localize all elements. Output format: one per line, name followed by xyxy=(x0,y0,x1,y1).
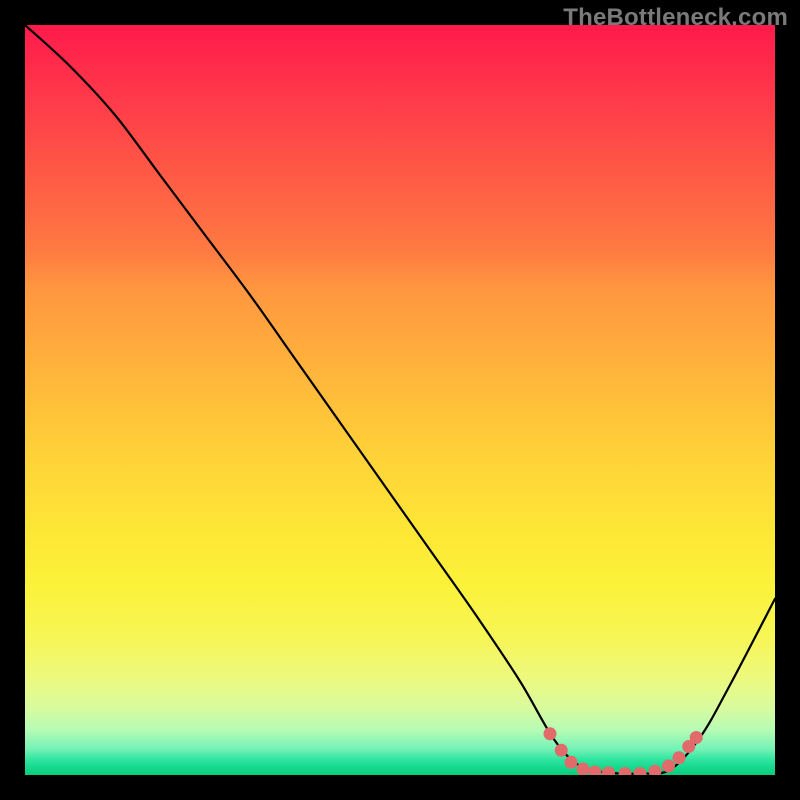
valley-dot xyxy=(634,767,647,775)
valley-dot xyxy=(544,727,557,740)
valley-dot xyxy=(619,767,632,775)
plot-area xyxy=(25,25,775,775)
valley-dot xyxy=(662,760,675,773)
valley-dot xyxy=(555,744,568,757)
chart-svg xyxy=(25,25,775,775)
valley-dot xyxy=(602,766,615,775)
chart-container: TheBottleneck.com xyxy=(0,0,800,800)
valley-dot xyxy=(589,766,602,776)
valley-dot xyxy=(649,765,662,775)
curve-path xyxy=(25,25,775,774)
valley-dot xyxy=(577,763,590,776)
valley-dots-group xyxy=(544,727,703,775)
watermark-label: TheBottleneck.com xyxy=(563,4,788,32)
valley-dot xyxy=(565,756,578,769)
valley-dot xyxy=(690,731,703,744)
valley-dot xyxy=(673,751,686,764)
